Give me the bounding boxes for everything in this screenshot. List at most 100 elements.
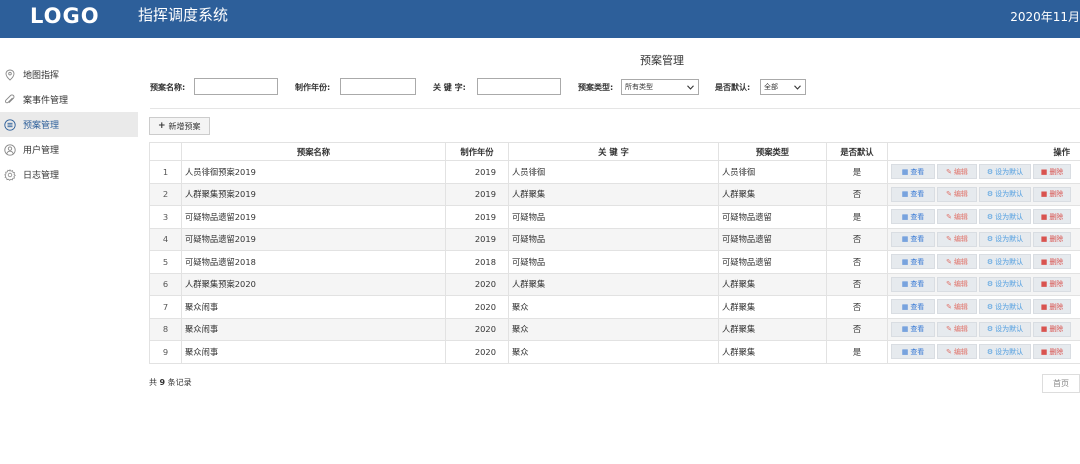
table-row: 2 人群聚集预案2019 2019 人群聚集 人群聚集否 ▦ 查看 ✎ 编辑 ⚙ 设为默认 ■ 删除 — [149, 182, 1080, 206]
view-label: 查看 — [910, 235, 925, 244]
keyword-input[interactable] — [477, 78, 561, 95]
set-default-label: 设为默认 — [995, 280, 1024, 289]
year-input[interactable] — [340, 78, 416, 95]
operations-cell: ▦ 查看 ✎ 编辑 ⚙ 设为默认 ■ 删除 — [887, 250, 1080, 274]
row-index: 2 — [149, 182, 182, 206]
edit-button[interactable]: ✎ 编辑 — [937, 321, 977, 337]
plan-type-cell: 人群聚集 — [718, 182, 827, 206]
set-default-button[interactable]: ⚙ 设为默认 — [979, 276, 1031, 292]
sidebar-item-log-management[interactable]: 日志管理 — [0, 162, 138, 187]
set-default-button[interactable]: ⚙ 设为默认 — [979, 231, 1031, 247]
set-default-button[interactable]: ⚙ 设为默认 — [979, 299, 1031, 315]
set-default-button[interactable]: ⚙ 设为默认 — [979, 344, 1031, 360]
plan-type-select[interactable]: 所有类型 — [621, 79, 699, 95]
delete-button[interactable]: ■ 删除 — [1033, 254, 1071, 270]
edit-icon: ✎ — [946, 235, 952, 244]
gear-icon: ⚙ — [986, 212, 994, 221]
is-default-cell: 否 — [826, 182, 888, 206]
view-button[interactable]: ▦ 查看 — [891, 254, 935, 270]
edit-button[interactable]: ✎ 编辑 — [937, 186, 977, 202]
year-cell: 2020 — [445, 317, 509, 341]
view-button[interactable]: ▦ 查看 — [891, 186, 935, 202]
is-default-cell: 否 — [826, 250, 888, 274]
set-default-button[interactable]: ⚙ 设为默认 — [979, 186, 1031, 202]
edit-button[interactable]: ✎ 编辑 — [937, 276, 977, 292]
edit-button[interactable]: ✎ 编辑 — [937, 344, 977, 360]
year-cell: 2020 — [445, 295, 509, 319]
first-page-button[interactable]: 首页 — [1042, 374, 1080, 393]
is-default-cell: 否 — [826, 272, 888, 296]
edit-label: 编辑 — [953, 235, 968, 244]
keyword-label: 关 键 字: — [433, 83, 466, 92]
edit-label: 编辑 — [953, 190, 968, 199]
sidebar-item-label: 用户管理 — [23, 146, 60, 156]
plan-name-cell: 人群聚集预案2019 — [181, 182, 446, 206]
search-bar: 预案名称: 制作年份: 关 键 字: 预案类型: 所有类型 是否默认: 全部 — [150, 77, 1080, 97]
edit-button[interactable]: ✎ 编辑 — [937, 231, 977, 247]
edit-button[interactable]: ✎ 编辑 — [937, 254, 977, 270]
delete-label: 删除 — [1049, 257, 1064, 266]
record-count-number: 9 — [159, 378, 166, 387]
is-default-value: 全部 — [764, 83, 778, 91]
view-button[interactable]: ▦ 查看 — [891, 344, 935, 360]
plan-name-label: 预案名称: — [150, 83, 186, 92]
delete-button[interactable]: ■ 删除 — [1033, 299, 1071, 315]
delete-button[interactable]: ■ 删除 — [1033, 209, 1071, 225]
sidebar-item-case-management[interactable]: 案事件管理 — [0, 87, 138, 112]
edit-icon: ✎ — [946, 302, 952, 311]
list-icon: ▦ — [901, 302, 909, 311]
set-default-button[interactable]: ⚙ 设为默认 — [979, 321, 1031, 337]
sidebar-item-map-command[interactable]: 地图指挥 — [0, 62, 138, 87]
view-button[interactable]: ▦ 查看 — [891, 321, 935, 337]
set-default-button[interactable]: ⚙ 设为默认 — [979, 254, 1031, 270]
plan-name-cell: 聚众闹事 — [181, 340, 446, 364]
table-row: 7 聚众闹事 2020 聚众 人群聚集否 ▦ 查看 ✎ 编辑 ⚙ 设为默认 ■ 删除 — [149, 295, 1080, 319]
plan-name-cell: 可疑物品遗留2018 — [181, 250, 446, 274]
delete-button[interactable]: ■ 删除 — [1033, 186, 1071, 202]
col-header-name[interactable]: 预案名称 — [181, 142, 446, 161]
delete-button[interactable]: ■ 删除 — [1033, 276, 1071, 292]
app-header: LOGO 指挥调度系统 2020年11月 — [0, 0, 1080, 38]
view-button[interactable]: ▦ 查看 — [891, 231, 935, 247]
sidebar-item-label: 预案管理 — [23, 121, 60, 131]
gear-icon: ⚙ — [986, 325, 994, 334]
gear-icon: ⚙ — [986, 280, 994, 289]
plan-type-cell: 人员徘徊 — [718, 160, 827, 184]
table-row: 8 聚众闹事 2020 聚众 人群聚集否 ▦ 查看 ✎ 编辑 ⚙ 设为默认 ■ 删除 — [149, 317, 1080, 341]
sidebar-item-plan-management[interactable]: 预案管理 — [0, 112, 138, 137]
keyword-cell: 聚众 — [508, 317, 719, 341]
delete-button[interactable]: ■ 删除 — [1033, 344, 1071, 360]
view-button[interactable]: ▦ 查看 — [891, 209, 935, 225]
plan-name-cell: 可疑物品遗留2019 — [181, 205, 446, 229]
edit-button[interactable]: ✎ 编辑 — [937, 299, 977, 315]
record-count-prefix: 共 — [149, 378, 157, 387]
row-index: 6 — [149, 272, 182, 296]
edit-button[interactable]: ✎ 编辑 — [937, 164, 977, 180]
set-default-button[interactable]: ⚙ 设为默认 — [979, 209, 1031, 225]
add-plan-button[interactable]: + 新增预案 — [149, 117, 210, 135]
col-header-default[interactable]: 是否默认 — [826, 142, 888, 161]
table-body: 1 人员徘徊预案2019 2019 人员徘徊 人员徘徊是 ▦ 查看 ✎ 编辑 ⚙ 设为默认 ■ 删除 2 人… — [149, 160, 1080, 364]
is-default-select[interactable]: 全部 — [760, 79, 806, 95]
gear-icon: ⚙ — [986, 347, 994, 356]
view-button[interactable]: ▦ 查看 — [891, 276, 935, 292]
page-title: 预案管理 — [640, 54, 684, 67]
table-row: 3 可疑物品遗留2019 2019 可疑物品 可疑物品遗留是 ▦ 查看 ✎ 编辑 ⚙ 设为默认 ■ 删除 — [149, 205, 1080, 229]
edit-button[interactable]: ✎ 编辑 — [937, 209, 977, 225]
set-default-button[interactable]: ⚙ 设为默认 — [979, 164, 1031, 180]
set-default-label: 设为默认 — [995, 212, 1024, 221]
sidebar-item-user-management[interactable]: 用户管理 — [0, 137, 138, 162]
delete-button[interactable]: ■ 删除 — [1033, 321, 1071, 337]
view-button[interactable]: ▦ 查看 — [891, 164, 935, 180]
col-header-year[interactable]: 制作年份 — [445, 142, 509, 161]
col-header-keyword[interactable]: 关 键 字 — [508, 142, 719, 161]
delete-button[interactable]: ■ 删除 — [1033, 164, 1071, 180]
delete-button[interactable]: ■ 删除 — [1033, 231, 1071, 247]
plan-name-input[interactable] — [194, 78, 278, 95]
col-header-type[interactable]: 预案类型 — [718, 142, 827, 161]
year-label: 制作年份: — [295, 83, 331, 92]
edit-icon: ✎ — [946, 212, 952, 221]
view-button[interactable]: ▦ 查看 — [891, 299, 935, 315]
list-icon: ▦ — [901, 280, 909, 289]
delete-label: 删除 — [1049, 190, 1064, 199]
